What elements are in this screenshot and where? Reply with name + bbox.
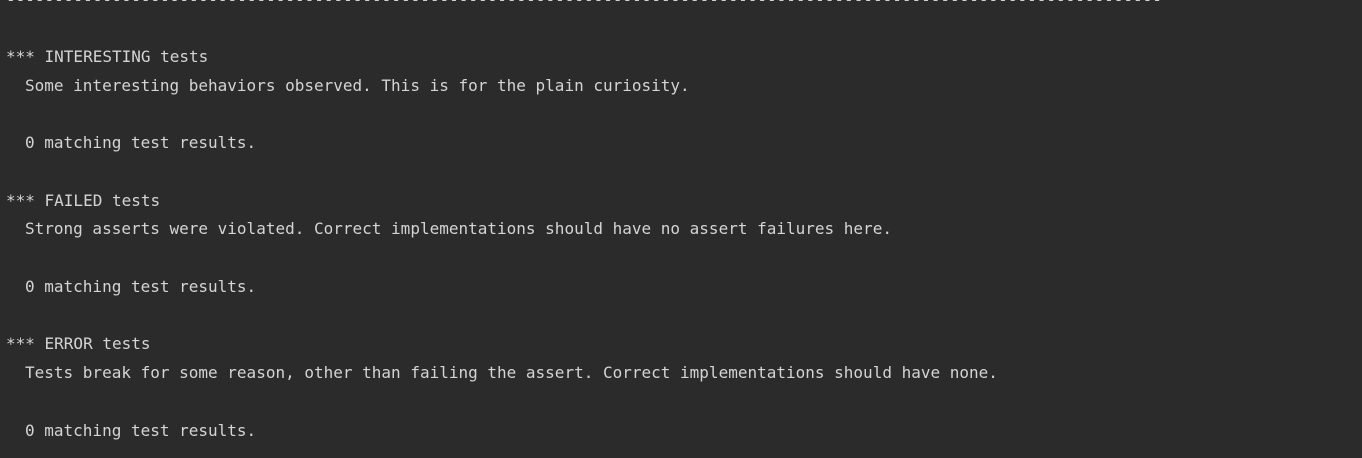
section-result-failed: 0 matching test results. bbox=[25, 277, 257, 296]
section-result-error: 0 matching test results. bbox=[25, 421, 257, 440]
divider-line: ----------------------------------------… bbox=[6, 0, 1206, 10]
section-description-failed: Strong asserts were violated. Correct im… bbox=[25, 219, 892, 238]
section-result-interesting: 0 matching test results. bbox=[25, 133, 257, 152]
section-description-error: Tests break for some reason, other than … bbox=[25, 363, 998, 382]
section-header-error: *** ERROR tests bbox=[6, 334, 151, 353]
console-output[interactable]: ----------------------------------------… bbox=[0, 0, 1362, 458]
section-description-interesting: Some interesting behaviors observed. Thi… bbox=[25, 76, 690, 95]
section-header-interesting: *** INTERESTING tests bbox=[6, 47, 209, 66]
section-header-failed: *** FAILED tests bbox=[6, 191, 161, 210]
